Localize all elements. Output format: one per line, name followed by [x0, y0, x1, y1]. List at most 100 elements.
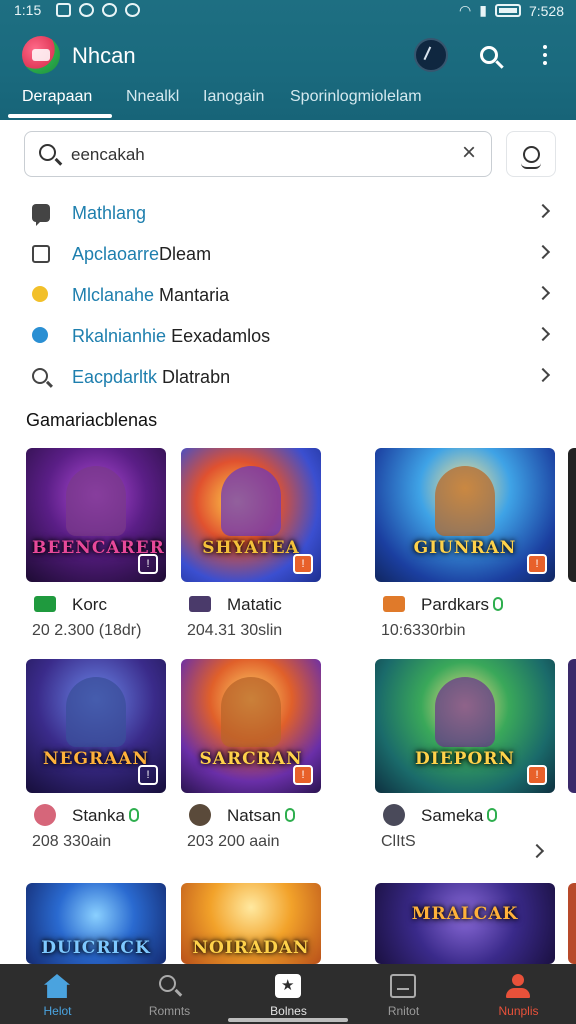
game-name: Sameka — [421, 806, 498, 826]
game-thumbnail: NEGRAAN ! — [26, 659, 166, 793]
list-item[interactable]: Mlclanahe Mantaria — [0, 274, 576, 315]
tab-2[interactable]: Ianogain — [203, 88, 264, 106]
game-thumbnail: SHYATEA ! — [181, 448, 321, 582]
game-hero-art — [435, 677, 495, 747]
games-icon — [275, 974, 301, 998]
game-name-text: Natsan — [227, 806, 281, 825]
yellow-dot-icon — [32, 286, 48, 302]
chevron-right-icon — [535, 326, 551, 342]
info-icon: ! — [138, 554, 158, 574]
avatar — [383, 804, 405, 826]
game-banner-text: MRALCAK — [411, 904, 519, 924]
app-logo-icon[interactable] — [22, 36, 60, 74]
tab-1[interactable]: Nnealkl — [126, 88, 179, 106]
game-name-text: Pardkars — [421, 595, 490, 614]
game-icon — [383, 596, 405, 612]
list-item-rest: Mantaria — [154, 285, 230, 305]
account-avatar-button[interactable] — [414, 38, 448, 72]
nav-search[interactable]: Romnts — [112, 964, 227, 1024]
app-title: Nhcan — [72, 43, 136, 68]
avatar — [189, 804, 211, 826]
settings-notification-icon — [102, 3, 117, 17]
game-meta: Natsan — [189, 804, 369, 827]
game-meta: Matatic — [189, 594, 369, 616]
list-item[interactable]: ApclaoarreDleam — [0, 233, 576, 274]
app-bar: Nhcan — [0, 30, 576, 80]
game-meta: Korc — [34, 594, 214, 616]
game-banner-text: DIEPORN — [415, 749, 515, 769]
nav-home[interactable]: Helot — [0, 964, 115, 1024]
nav-library[interactable]: Rnitot — [346, 964, 461, 1024]
search-input[interactable]: eencakah × — [24, 131, 492, 177]
next-card-peek[interactable] — [568, 659, 576, 793]
list-item-highlight: Mlclanahe — [72, 285, 155, 305]
game-hero-art — [221, 466, 281, 536]
battery-icon — [494, 4, 521, 17]
chevron-right-icon[interactable] — [529, 843, 545, 859]
active-tab-indicator — [8, 114, 112, 118]
info-icon: ! — [293, 765, 313, 785]
game-thumbnail: SARCRAN ! — [181, 659, 321, 793]
close-icon[interactable]: × — [457, 141, 481, 166]
game-name: Pardkars — [421, 595, 504, 615]
tab-0[interactable]: Derapaan — [22, 88, 92, 106]
next-card-peek[interactable] — [568, 448, 576, 582]
search-icon — [156, 974, 182, 998]
library-icon — [390, 974, 416, 998]
nav-label: Nunplis — [498, 1004, 539, 1018]
avatar — [34, 804, 56, 826]
chevron-right-icon — [535, 367, 551, 383]
search-value: eencakah — [71, 145, 145, 164]
game-meta: Stanka — [34, 804, 214, 827]
game-thumbnail: DIEPORN ! — [375, 659, 555, 793]
status-right-text: 7:528 — [528, 2, 564, 19]
info-icon: ! — [293, 554, 313, 574]
blue-dot-icon — [32, 327, 48, 343]
game-meta: Sameka — [383, 804, 563, 827]
next-card-peek[interactable] — [568, 883, 576, 964]
more-options-button[interactable] — [528, 38, 562, 72]
list-item[interactable]: Rkalnianhie Eexadamlos — [0, 315, 576, 356]
game-banner-text: DUICRICK — [41, 938, 151, 958]
voice-search-button[interactable] — [506, 131, 556, 177]
game-name-text: Matatic — [227, 595, 282, 614]
list-item-label: Eacpdarltk Dlatrabn — [72, 367, 230, 388]
list-item-label: ApclaoarreDleam — [72, 244, 211, 265]
list-item[interactable]: Mathlang — [0, 192, 576, 233]
game-hero-art — [435, 466, 495, 536]
game-name: Stanka — [72, 806, 139, 826]
nav-games[interactable]: Bolnes — [231, 964, 346, 1024]
tab-3[interactable]: Sporinlogmiolelam — [290, 88, 422, 106]
game-name-text: Sameka — [421, 806, 484, 825]
list-item[interactable]: Eacpdarltk Dlatrabn — [0, 356, 576, 397]
list-item-label: Mlclanahe Mantaria — [72, 285, 229, 306]
game-name: Korc — [72, 595, 107, 614]
nav-label: Rnitot — [387, 1004, 420, 1018]
nav-label: Helot — [43, 1004, 72, 1018]
message-notification-icon — [125, 3, 140, 17]
header-search-button[interactable] — [472, 38, 506, 72]
game-hero-art — [221, 677, 281, 747]
status-bar: 1:15 ◠ ▮ 7:528 — [0, 0, 576, 22]
info-icon: ! — [527, 554, 547, 574]
more-vert-icon — [543, 45, 547, 65]
game-banner-text: NOIRADAN — [192, 938, 310, 958]
search-icon — [32, 368, 48, 384]
game-name-text: Stanka — [72, 806, 125, 825]
app-header: 1:15 ◠ ▮ 7:528 Nhcan Derapaan Nnealkl Ia… — [0, 0, 576, 120]
game-thumbnail: MRALCAK — [375, 883, 555, 964]
list-item-highlight: Eacpdarltk — [72, 367, 158, 387]
profile-icon — [505, 974, 531, 998]
home-icon — [44, 974, 70, 998]
list-item-highlight: Apclaoarre — [72, 244, 160, 264]
game-name: Natsan — [227, 806, 295, 826]
info-icon: ! — [138, 765, 158, 785]
game-banner-text: GIUNRAN — [413, 538, 517, 558]
game-icon — [34, 596, 56, 612]
home-indicator — [228, 1018, 348, 1022]
verified-icon — [493, 597, 504, 611]
signal-icon: ▮ — [479, 2, 487, 18]
nav-profile[interactable]: Nunplis — [461, 964, 576, 1024]
game-meta: Pardkars — [383, 594, 563, 616]
voice-search-icon — [520, 145, 541, 169]
